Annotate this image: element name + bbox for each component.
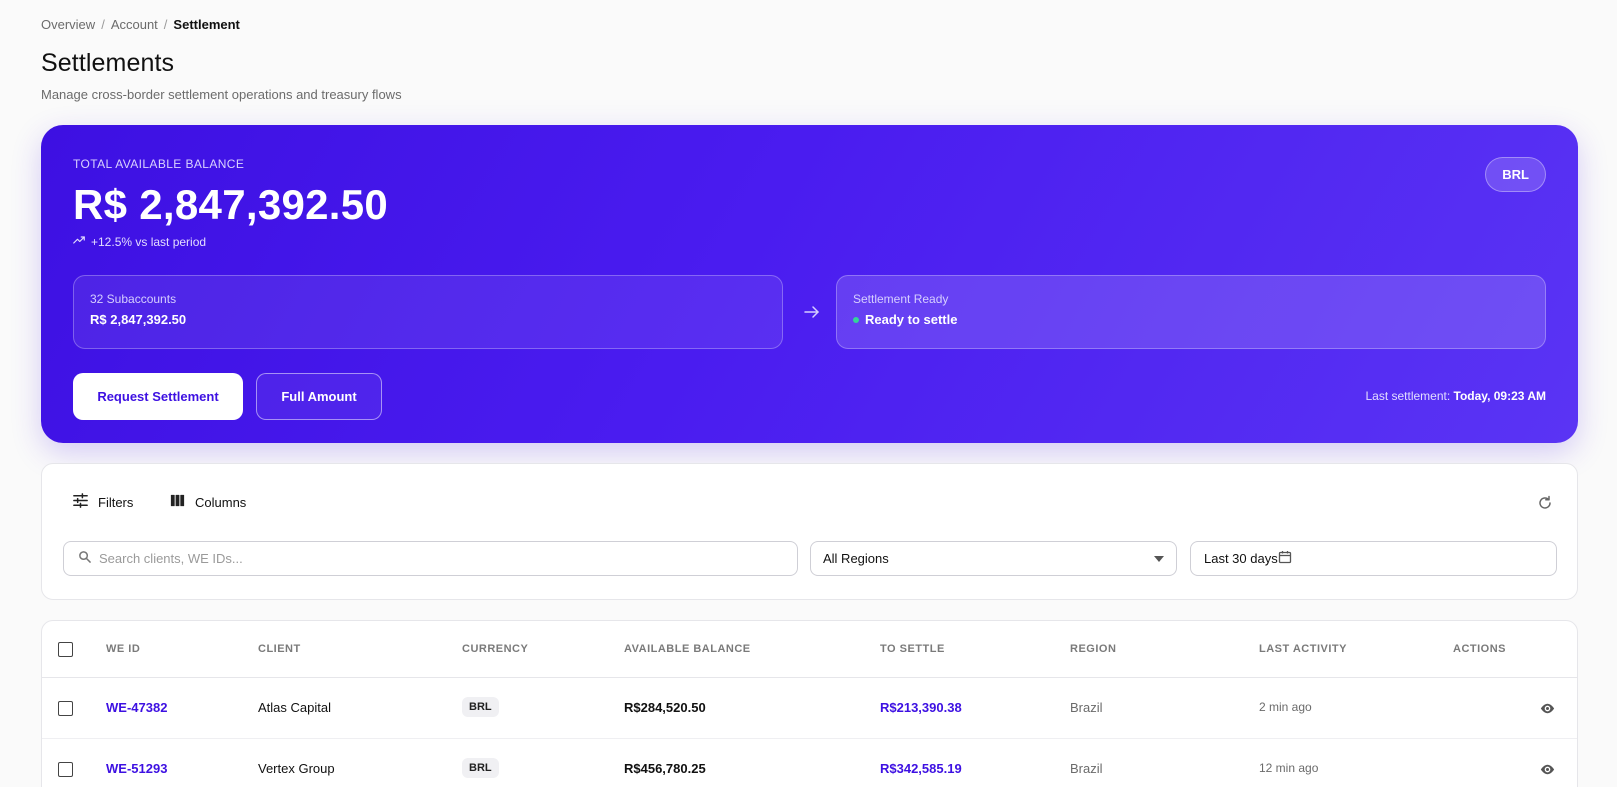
- arrow-right-icon: [802, 302, 822, 322]
- breadcrumb-separator: /: [163, 17, 168, 32]
- sliders-icon: [72, 492, 89, 512]
- date-range-picker[interactable]: Last 30 days: [1190, 541, 1557, 576]
- columns-label: Columns: [195, 494, 247, 510]
- breadcrumb-current: Settlement: [173, 17, 240, 32]
- subaccounts-table: WE ID CLIENT CURRENCY AVAILABLE BALANCE …: [41, 620, 1578, 787]
- caret-down-icon: [1154, 555, 1164, 562]
- eye-icon[interactable]: [1539, 761, 1556, 778]
- last-settlement-label: Last settlement:: [1365, 389, 1451, 403]
- page-subtitle: Manage cross-border settlement operation…: [41, 87, 402, 102]
- region: Brazil: [1070, 761, 1103, 776]
- trend-text: +12.5% vs last period: [91, 234, 207, 249]
- trend-up-icon: [73, 234, 85, 249]
- settlement-ready-card: Settlement Ready Ready to settle: [836, 275, 1546, 349]
- breadcrumb-account[interactable]: Account: [111, 17, 158, 32]
- date-range-value: Last 30 days: [1204, 551, 1278, 566]
- currency-badge: BRL: [462, 758, 499, 778]
- region-select-value: All Regions: [823, 551, 889, 566]
- header-region[interactable]: REGION: [1070, 643, 1116, 655]
- header-to-settle[interactable]: TO SETTLE: [880, 643, 945, 655]
- columns-button[interactable]: Columns: [169, 492, 246, 512]
- settlement-status-text: Ready to settle: [865, 312, 958, 327]
- available-balance: R$284,520.50: [624, 700, 706, 715]
- header-client[interactable]: CLIENT: [258, 643, 301, 655]
- row-checkbox[interactable]: [58, 701, 73, 716]
- currency-selector[interactable]: BRL: [1485, 157, 1546, 192]
- select-all-checkbox[interactable]: [58, 642, 73, 657]
- settlement-status: Ready to settle: [853, 312, 1529, 327]
- breadcrumb: Overview / Account / Settlement: [41, 17, 240, 32]
- to-settle-amount: R$213,390.38: [880, 700, 962, 715]
- filter-panel: Filters Columns All Regions Last 30 days: [41, 463, 1578, 600]
- subaccounts-label: 32 Subaccounts: [90, 292, 177, 306]
- header-we-id[interactable]: WE ID: [106, 643, 140, 655]
- last-settlement: Last settlement: Today, 09:23 AM: [1365, 389, 1546, 403]
- refresh-icon[interactable]: [1537, 495, 1553, 511]
- breadcrumb-separator: /: [101, 17, 105, 32]
- header-actions: ACTIONS: [1453, 643, 1506, 655]
- to-settle-amount: R$342,585.19: [880, 761, 962, 776]
- header-available-balance[interactable]: AVAILABLE BALANCE: [624, 643, 751, 655]
- client-name: Atlas Capital: [258, 700, 331, 715]
- search-input[interactable]: [99, 551, 699, 566]
- client-name: Vertex Group: [258, 761, 335, 776]
- table-row[interactable]: WE-51293 Vertex Group BRL R$456,780.25 R…: [42, 739, 1577, 787]
- full-amount-button[interactable]: Full Amount: [256, 373, 382, 420]
- available-balance: R$456,780.25: [624, 761, 706, 776]
- status-dot-icon: [853, 316, 859, 323]
- search-field[interactable]: [63, 541, 798, 576]
- we-id-link[interactable]: WE-47382: [106, 700, 167, 715]
- last-activity: 2 min ago: [1259, 700, 1312, 714]
- request-settlement-button[interactable]: Request Settlement: [73, 373, 243, 420]
- last-activity: 12 min ago: [1259, 761, 1319, 775]
- page-title: Settlements: [41, 49, 175, 77]
- balance-hero-card: TOTAL AVAILABLE BALANCE R$ 2,847,392.50 …: [41, 125, 1578, 443]
- columns-icon: [169, 492, 186, 512]
- filters-label: Filters: [98, 494, 134, 510]
- filters-button[interactable]: Filters: [72, 492, 133, 512]
- row-checkbox[interactable]: [58, 762, 73, 777]
- breadcrumb-overview[interactable]: Overview: [41, 17, 95, 32]
- we-id-link[interactable]: WE-51293: [106, 761, 167, 776]
- last-settlement-value: Today, 09:23 AM: [1453, 389, 1546, 403]
- eye-icon[interactable]: [1539, 700, 1556, 717]
- currency-badge: BRL: [462, 697, 499, 717]
- search-icon: [78, 550, 91, 568]
- total-balance: R$ 2,847,392.50: [73, 181, 389, 228]
- calendar-icon: [1278, 550, 1292, 567]
- balance-label: TOTAL AVAILABLE BALANCE: [73, 157, 245, 171]
- subaccounts-value: R$ 2,847,392.50: [90, 312, 187, 327]
- region-select[interactable]: All Regions: [810, 541, 1177, 576]
- subaccounts-card: 32 Subaccounts R$ 2,847,392.50: [73, 275, 783, 349]
- settlement-ready-label: Settlement Ready: [853, 292, 949, 306]
- region: Brazil: [1070, 700, 1103, 715]
- header-currency[interactable]: CURRENCY: [462, 643, 528, 655]
- header-last-activity[interactable]: LAST ACTIVITY: [1259, 643, 1347, 655]
- table-row[interactable]: WE-47382 Atlas Capital BRL R$284,520.50 …: [42, 678, 1577, 739]
- settlements-page: Overview / Account / Settlement Settleme…: [0, 0, 1617, 787]
- balance-trend: +12.5% vs last period: [73, 234, 206, 249]
- table-header: WE ID CLIENT CURRENCY AVAILABLE BALANCE …: [42, 621, 1577, 678]
